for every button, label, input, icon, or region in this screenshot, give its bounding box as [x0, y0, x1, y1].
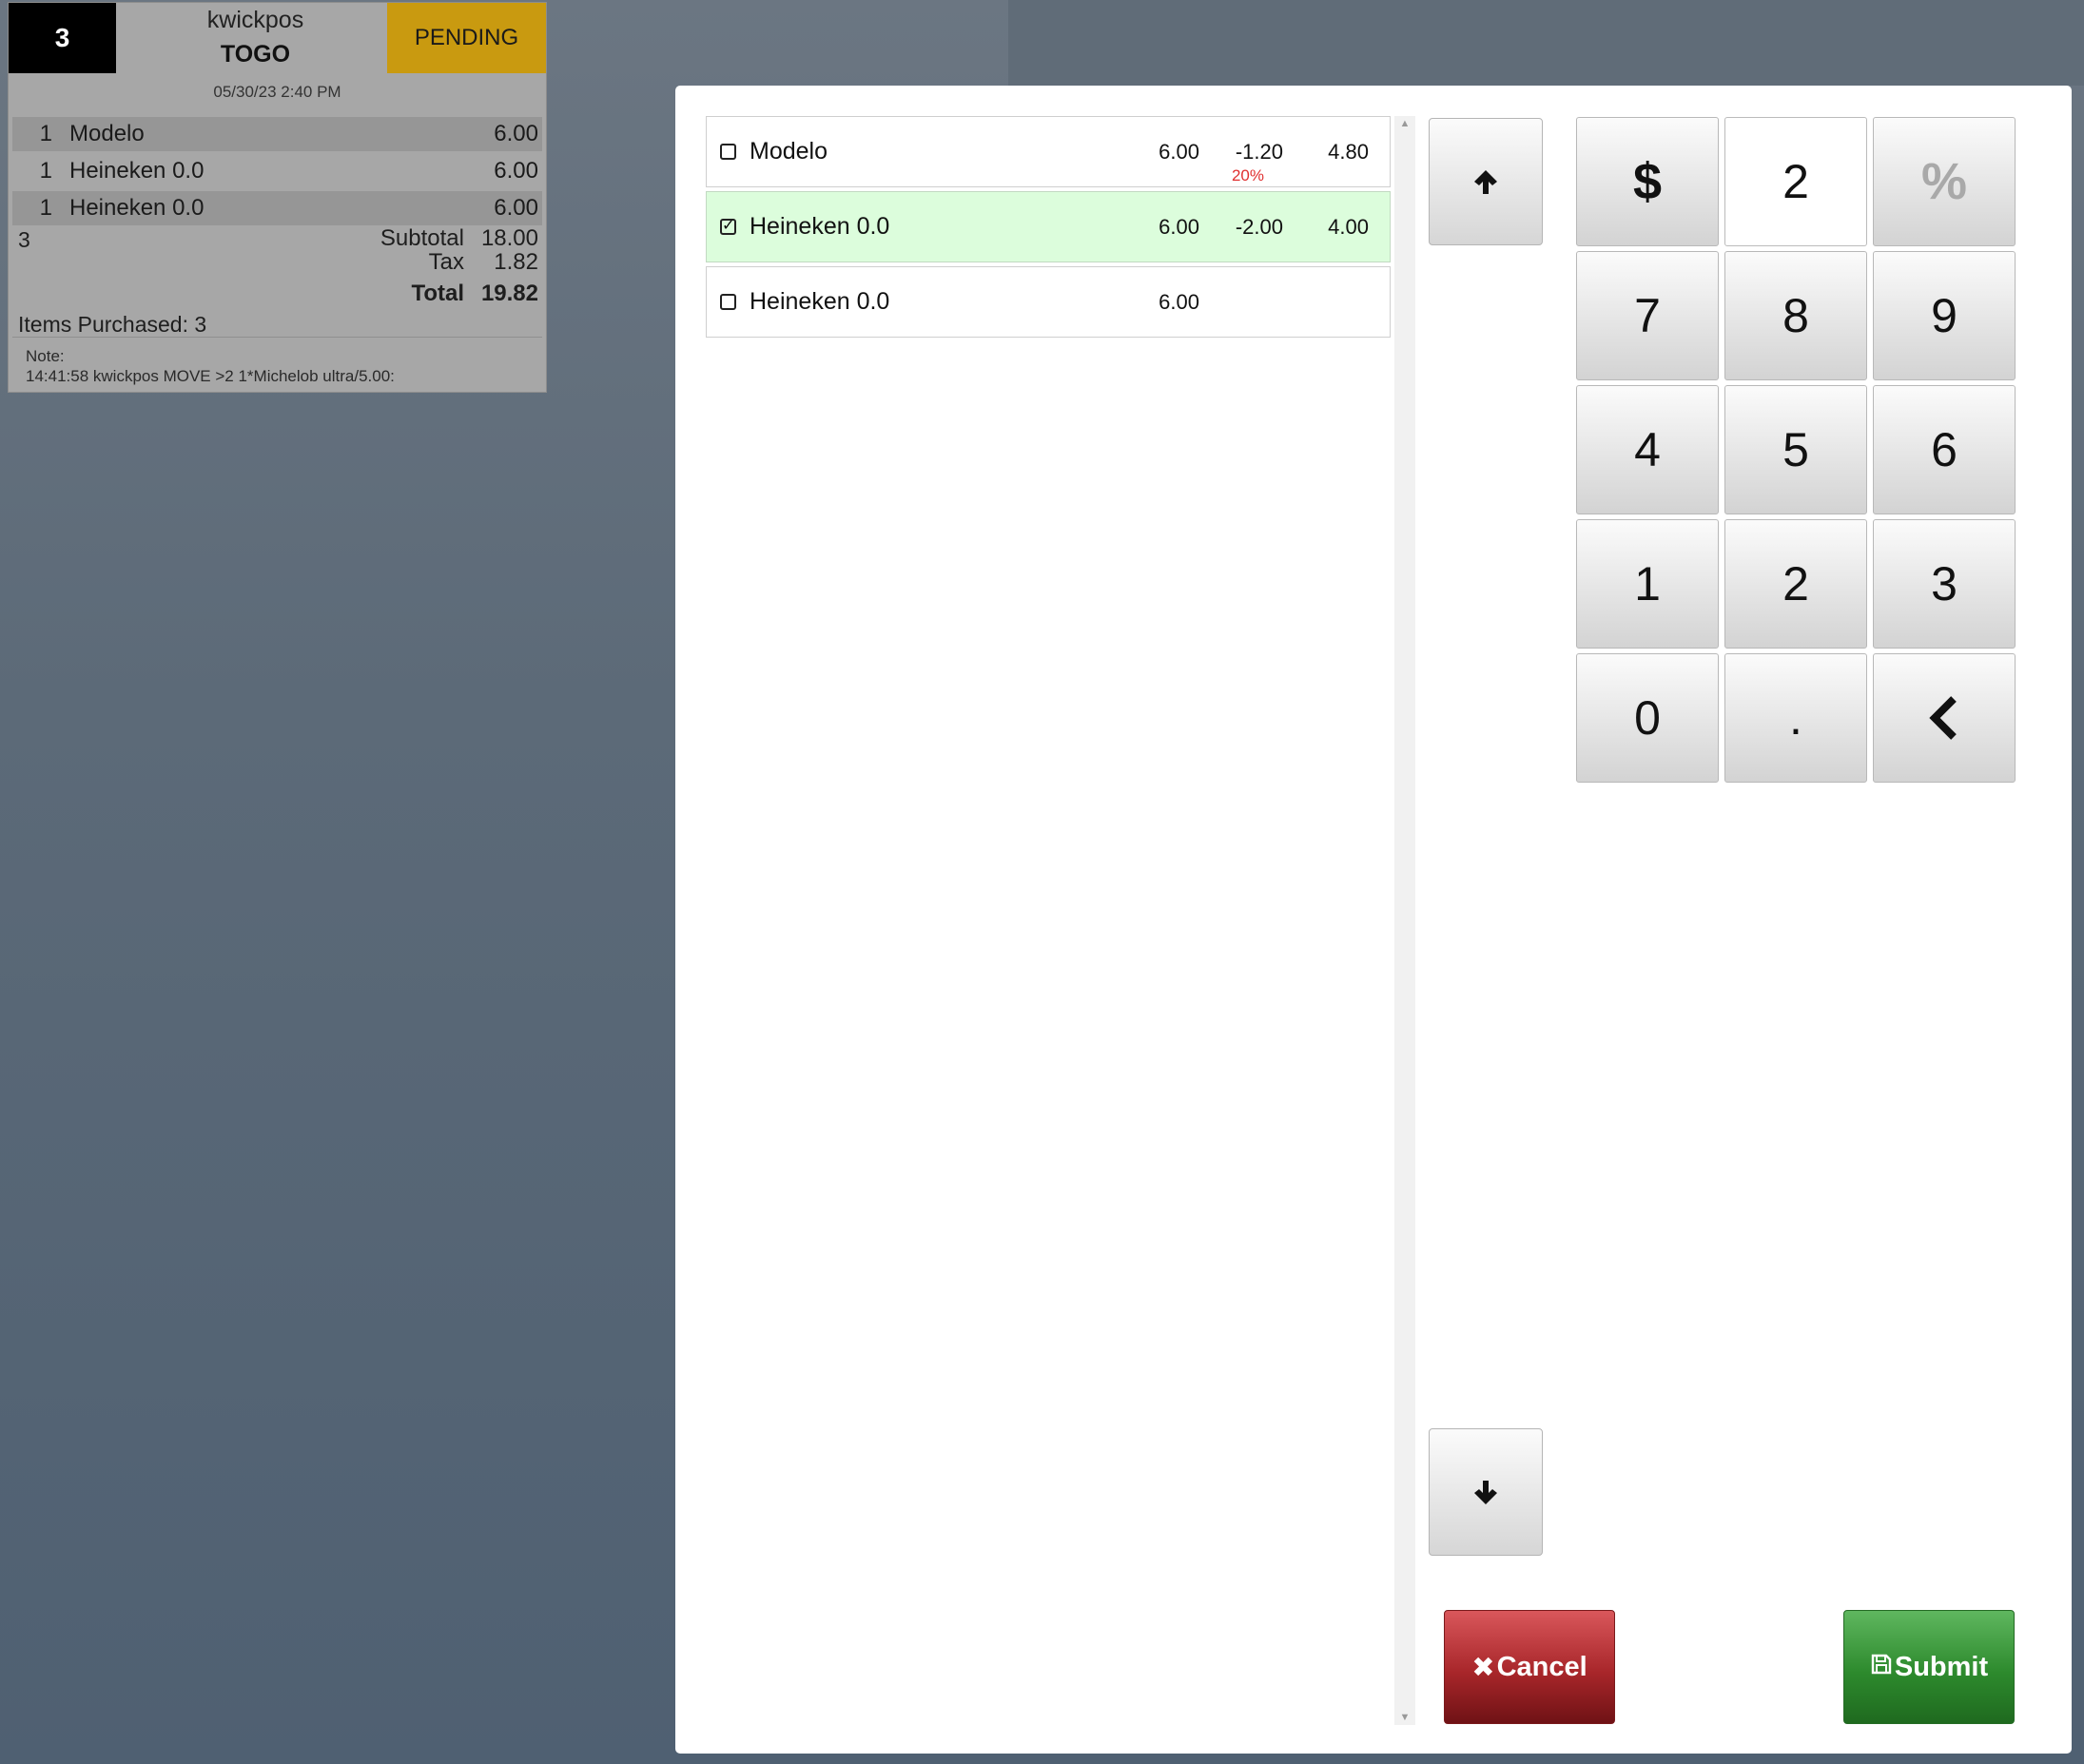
discount-row[interactable]: Heineken 0.0 6.00 [706, 266, 1391, 338]
discount-row[interactable]: ✓ Heineken 0.0 6.00 -2.00 4.00 [706, 191, 1391, 262]
cancel-label: Cancel [1496, 1651, 1587, 1682]
dollar-mode-button[interactable]: $ [1576, 117, 1719, 246]
background-panel [1008, 0, 2084, 86]
submit-label: Submit [1894, 1651, 1989, 1682]
discount-row[interactable]: Modelo 6.00 -1.20 20% 4.80 [706, 116, 1391, 187]
checkbox-checked-icon[interactable]: ✓ [720, 219, 736, 235]
list-scrollbar[interactable]: ▲ ▼ [1394, 116, 1415, 1725]
key-8[interactable]: 8 [1724, 251, 1867, 380]
ticket-info: kwickpos TOGO [116, 3, 395, 73]
ticket-line-item: 1 Heineken 0.0 6.00 [12, 154, 542, 188]
item-total: 4.80 [1328, 140, 1369, 164]
line-price: 6.00 [494, 195, 538, 221]
ticket-line-item: 1 Modelo 6.00 [12, 117, 542, 151]
key-9[interactable]: 9 [1873, 251, 2016, 380]
key-5[interactable]: 5 [1724, 385, 1867, 514]
subtotal-label: Subtotal [380, 225, 464, 251]
item-discount: -2.00 [1235, 215, 1283, 239]
discount-item-list: Modelo 6.00 -1.20 20% 4.80 ✓ Heineken 0.… [706, 116, 1393, 1725]
checkbox-unchecked-icon[interactable] [720, 144, 736, 160]
ticket-line-item: 1 Heineken 0.0 6.00 [12, 191, 542, 225]
status-badge: PENDING [387, 3, 546, 73]
item-name: Heineken 0.0 [750, 213, 890, 240]
item-discount-percent: 20% [1231, 166, 1264, 184]
line-name: Modelo [69, 121, 145, 146]
cancel-button[interactable]: ✖ Cancel [1444, 1610, 1615, 1724]
ticket-user: kwickpos [206, 7, 304, 33]
line-price: 6.00 [494, 158, 538, 184]
scrollbar-down-arrow-icon[interactable]: ▼ [1394, 1712, 1415, 1723]
scroll-up-button[interactable] [1429, 118, 1543, 245]
item-discount: -1.20 [1235, 140, 1283, 164]
tax-label: Tax [428, 249, 464, 275]
key-2[interactable]: 2 [1724, 519, 1867, 649]
item-name: Modelo [750, 138, 828, 165]
ticket-number: 3 [9, 3, 116, 73]
key-1[interactable]: 1 [1576, 519, 1719, 649]
total-value: 19.82 [480, 281, 538, 306]
subtotal-value: 18.00 [480, 225, 538, 251]
note-text: 14:41:58 kwickpos MOVE >2 1*Michelob ult… [26, 367, 395, 385]
ticket-order-type: TOGO [220, 41, 291, 68]
key-3[interactable]: 3 [1873, 519, 2016, 649]
ticket-header: 3 kwickpos TOGO PENDING [9, 3, 546, 73]
items-purchased: Items Purchased: 3 [18, 312, 207, 337]
ticket-item-count: 3 [18, 227, 30, 252]
key-7[interactable]: 7 [1576, 251, 1719, 380]
note-label: Note: [26, 347, 65, 365]
ticket-datetime: 05/30/23 2:40 PM [213, 83, 341, 101]
line-name: Heineken 0.0 [69, 158, 205, 184]
scroll-down-button[interactable] [1429, 1428, 1543, 1556]
key-4[interactable]: 4 [1576, 385, 1719, 514]
item-total: 4.00 [1328, 215, 1369, 239]
item-price: 6.00 [1159, 140, 1199, 164]
line-price: 6.00 [494, 121, 538, 146]
tax-value: 1.82 [494, 249, 538, 275]
line-name: Heineken 0.0 [69, 195, 205, 221]
key-6[interactable]: 6 [1873, 385, 2016, 514]
arrow-down-icon [1474, 1481, 1497, 1504]
line-qty: 1 [39, 121, 52, 146]
scrollbar-up-arrow-icon[interactable]: ▲ [1394, 118, 1415, 129]
key-0[interactable]: 0 [1576, 653, 1719, 783]
total-label: Total [411, 281, 464, 306]
percent-mode-button[interactable]: % [1873, 117, 2016, 246]
amount-display: 2 [1724, 117, 1867, 246]
line-qty: 1 [39, 195, 52, 221]
chevron-left-icon [1929, 696, 1957, 740]
ticket-note: Note: 14:41:58 kwickpos MOVE >2 1*Michel… [12, 337, 542, 389]
discount-dialog: Modelo 6.00 -1.20 20% 4.80 ✓ Heineken 0.… [675, 86, 2072, 1754]
line-qty: 1 [39, 158, 52, 184]
item-name: Heineken 0.0 [750, 288, 890, 315]
submit-button[interactable]: Submit [1843, 1610, 2015, 1724]
floppy-disk-icon [1870, 1652, 1893, 1683]
key-decimal[interactable]: . [1724, 653, 1867, 783]
arrow-up-icon [1474, 170, 1497, 194]
item-price: 6.00 [1159, 215, 1199, 239]
checkbox-unchecked-icon[interactable] [720, 294, 736, 310]
order-ticket[interactable]: 3 kwickpos TOGO PENDING 05/30/23 2:40 PM… [8, 2, 547, 393]
times-icon: ✖ [1471, 1652, 1495, 1683]
item-price: 6.00 [1159, 290, 1199, 314]
backspace-button[interactable] [1873, 653, 2016, 783]
